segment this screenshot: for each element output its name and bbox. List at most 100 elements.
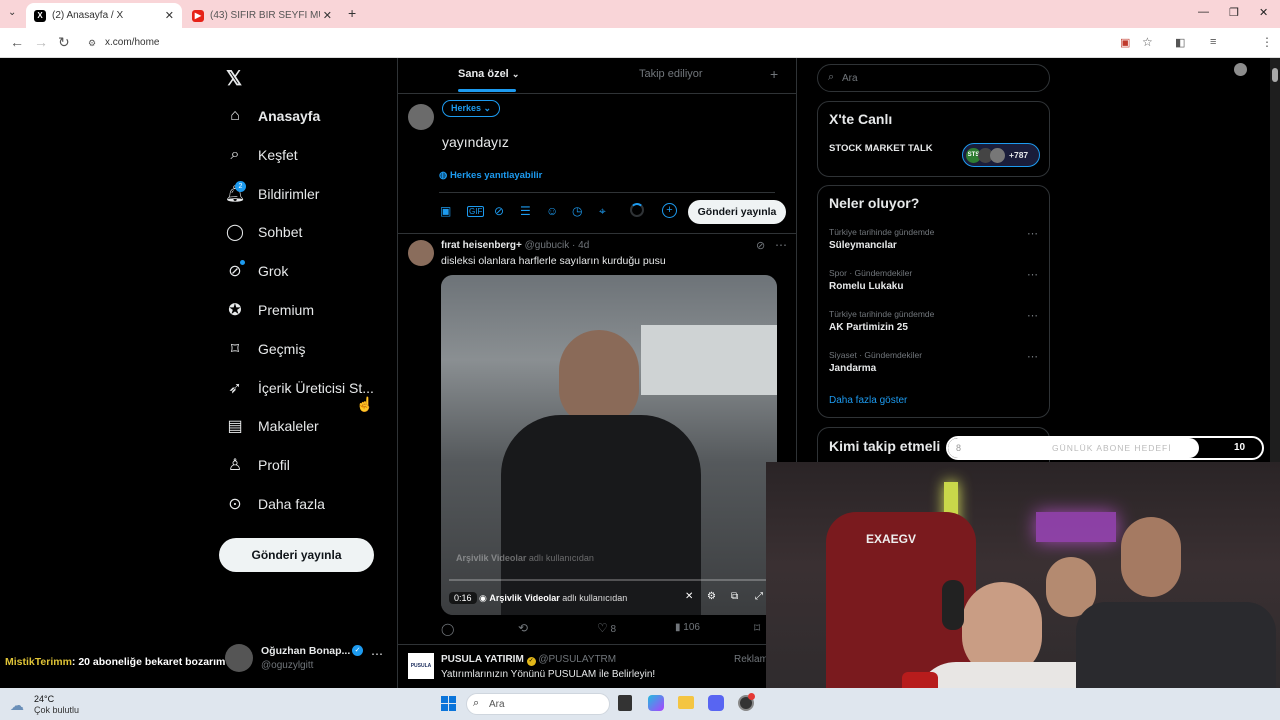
tweet-video[interactable]: Arşivlik Videolar adlı kullanıcıdan 0:16… <box>441 275 777 615</box>
grok-icon[interactable]: ⊘ <box>756 239 765 252</box>
schedule-icon[interactable]: ◷ <box>572 204 582 218</box>
image-icon[interactable]: ▣ <box>440 204 451 218</box>
browser-tab-youtube[interactable]: ▶ (43) SIFIR BİR SEYFİ MÜZİĞİ - Yo ✕ <box>184 3 340 28</box>
discord-icon[interactable] <box>708 695 724 711</box>
reply-icon[interactable]: ◯ <box>441 622 454 636</box>
tweet[interactable]: fırat heisenberg+ @gubucik · 4d ⊘ ⋯ disl… <box>398 234 796 646</box>
retweet-icon[interactable]: ⟲ <box>518 621 528 635</box>
add-tab-icon[interactable]: + <box>770 66 778 82</box>
ad-tweet[interactable]: PUSULA PUSULA YATIRIM ✓ @PUSULAYTRM Rekl… <box>398 645 796 689</box>
trend-more-icon[interactable]: ⋯ <box>1027 268 1038 281</box>
ad-handle[interactable]: @PUSULAYTRM <box>538 654 616 665</box>
trend-more-icon[interactable]: ⋯ <box>1027 309 1038 322</box>
account-switcher[interactable]: Oğuzhan Bonap... ✓ @oguzylgitt ⋯ <box>225 644 385 678</box>
home-icon: ⌂ <box>230 107 240 124</box>
reply-setting[interactable]: ◍ Herkes yanıtlayabilir <box>439 170 542 181</box>
location-icon[interactable]: ⌖ <box>599 204 606 219</box>
reload-icon[interactable]: ↻ <box>58 34 70 51</box>
ad-author[interactable]: PUSULA YATIRIM <box>441 654 524 665</box>
settings-icon[interactable]: ⚙ <box>707 591 716 602</box>
close-window-icon[interactable]: ✕ <box>1259 6 1268 19</box>
watermark-suffix: adlı kullanıcıdan <box>528 553 594 563</box>
sidebar-item-3[interactable]: 🔔︎ 2 Bildirimler <box>225 180 319 208</box>
fullscreen-icon[interactable]: ⤢ <box>755 591 763 602</box>
back-icon[interactable]: ← <box>10 34 24 50</box>
search-input[interactable]: ⌕ Ara <box>817 64 1050 92</box>
mute-icon[interactable]: ✕ <box>685 591 693 602</box>
grok-icon[interactable]: ⊘ <box>494 204 504 218</box>
task-view-icon[interactable] <box>618 695 632 711</box>
tab-list-dropdown-icon[interactable]: ⌄ <box>8 7 16 18</box>
tab-following[interactable]: Takip ediliyor <box>639 68 703 80</box>
file-explorer-icon[interactable] <box>678 696 694 709</box>
extensions-icon[interactable]: ◧ <box>1175 36 1185 49</box>
tweet-more-icon[interactable]: ⋯ <box>775 238 787 252</box>
close-tab-icon[interactable]: ✕ <box>323 9 332 22</box>
taskbar-search[interactable]: ⌕ Ara <box>466 693 610 715</box>
media-icon[interactable]: ≡ <box>1210 36 1216 48</box>
video-attribution[interactable]: ◉ Arşivlik Videolar adlı kullanıcıdan <box>479 593 627 604</box>
sidebar-item-8[interactable]: ➶ İçerik Üreticisi St... <box>226 374 374 402</box>
sidebar-item-2[interactable]: ⌕ Keşfet <box>226 141 298 169</box>
account-more-icon[interactable]: ⋯ <box>371 647 383 661</box>
new-tab-icon[interactable]: + <box>348 5 356 21</box>
tab-title: (43) SIFIR BİR SEYFİ MÜZİĞİ - Yo <box>210 10 320 21</box>
emoji-icon[interactable]: ☺ <box>546 204 558 218</box>
tweet-handle[interactable]: @gubucik <box>525 240 570 251</box>
account-handle: @oguzylgitt <box>261 660 314 671</box>
bookmark-star-icon[interactable]: ☆ <box>1142 35 1153 49</box>
restore-icon[interactable]: ❐ <box>1229 6 1239 19</box>
sidebar-item-4[interactable]: ◯ Sohbet <box>226 218 302 246</box>
show-more-link[interactable]: Daha fazla göster <box>829 395 907 406</box>
like-button[interactable]: ♡ 8 <box>597 621 616 635</box>
views-button[interactable]: ▮ 106 <box>675 622 700 633</box>
tweet-time[interactable]: 4d <box>578 240 589 251</box>
trend-item[interactable]: Siyaset · Gündemdekiler Jandarma ⋯ <box>829 350 1041 386</box>
sidebar-item-9[interactable]: ▤ Makaleler <box>226 412 318 440</box>
copilot-icon[interactable] <box>648 695 664 711</box>
trend-item[interactable]: Türkiye tarihinde gündemde AK Partimizin … <box>829 309 1041 345</box>
composer-post-button[interactable]: Gönderi yayınla <box>688 200 786 224</box>
windows-start-icon[interactable] <box>441 696 456 711</box>
trend-item[interactable]: Türkiye tarihinde gündemde Süleymancılar ⋯ <box>829 227 1041 263</box>
post-button[interactable]: Gönderi yayınla <box>219 538 374 572</box>
bookmark-icon[interactable]: ⌑ <box>754 621 760 635</box>
composer-text[interactable]: yayındayız <box>442 134 509 150</box>
audience-selector[interactable]: Herkes ⌄ <box>442 100 501 117</box>
trend-more-icon[interactable]: ⋯ <box>1027 350 1038 363</box>
trend-more-icon[interactable]: ⋯ <box>1027 227 1038 240</box>
sidebar-item-7[interactable]: ⌑ Geçmiş <box>226 335 306 363</box>
trend-item[interactable]: Spor · Gündemdekiler Romelu Lukaku ⋯ <box>829 268 1041 304</box>
sidebar-item-6[interactable]: ✪ Premium <box>226 296 314 324</box>
video-progress-bar[interactable] <box>449 579 769 581</box>
sidebar-item-1[interactable]: ⌂ Anasayfa <box>226 102 320 130</box>
minimize-icon[interactable]: — <box>1198 6 1209 18</box>
tab-for-you[interactable]: Sana özel ⌄ <box>458 68 519 80</box>
live-item[interactable]: STOCK MARKET TALK <box>829 143 933 154</box>
attribution-source: Arşivlik Videolar <box>489 593 560 603</box>
site-info-icon[interactable]: ⚙ <box>88 32 96 54</box>
scrollbar-thumb[interactable] <box>1272 68 1278 82</box>
url-field[interactable]: ⚙ x.com/home <box>80 32 1170 54</box>
avatar[interactable] <box>408 240 434 266</box>
browser-menu-icon[interactable]: ⋮ <box>1261 35 1273 49</box>
sidebar-item-10[interactable]: ♙ Profil <box>226 451 290 479</box>
cast-icon[interactable]: ▣ <box>1120 36 1130 49</box>
trend-category: Spor · Gündemdekiler <box>829 268 913 278</box>
sidebar-item-5[interactable]: ⊘ Grok <box>226 257 288 285</box>
page-scrollbar[interactable] <box>1270 58 1280 462</box>
forward-icon[interactable]: → <box>34 34 48 50</box>
close-tab-icon[interactable]: ✕ <box>165 9 174 22</box>
tweet-author[interactable]: fırat heisenberg+ <box>441 240 522 251</box>
gif-icon[interactable]: GIF <box>467 206 485 217</box>
live-listeners[interactable]: STS +787 <box>962 143 1040 167</box>
x-logo-icon[interactable]: 𝕏 <box>226 66 242 91</box>
sidebar-item-11[interactable]: ⊙ Daha fazla <box>226 490 325 518</box>
weather-widget[interactable]: ☁ 24°C Çok bulutlu <box>10 693 100 717</box>
poll-icon[interactable]: ☰ <box>520 204 531 218</box>
pip-icon[interactable]: ⧉ <box>731 591 738 602</box>
ad-logo: PUSULA <box>408 653 434 679</box>
browser-tab-x[interactable]: X (2) Anasayfa / X ✕ <box>26 3 182 28</box>
add-thread-icon[interactable]: + <box>662 203 677 218</box>
profile-avatar[interactable] <box>1234 63 1247 76</box>
